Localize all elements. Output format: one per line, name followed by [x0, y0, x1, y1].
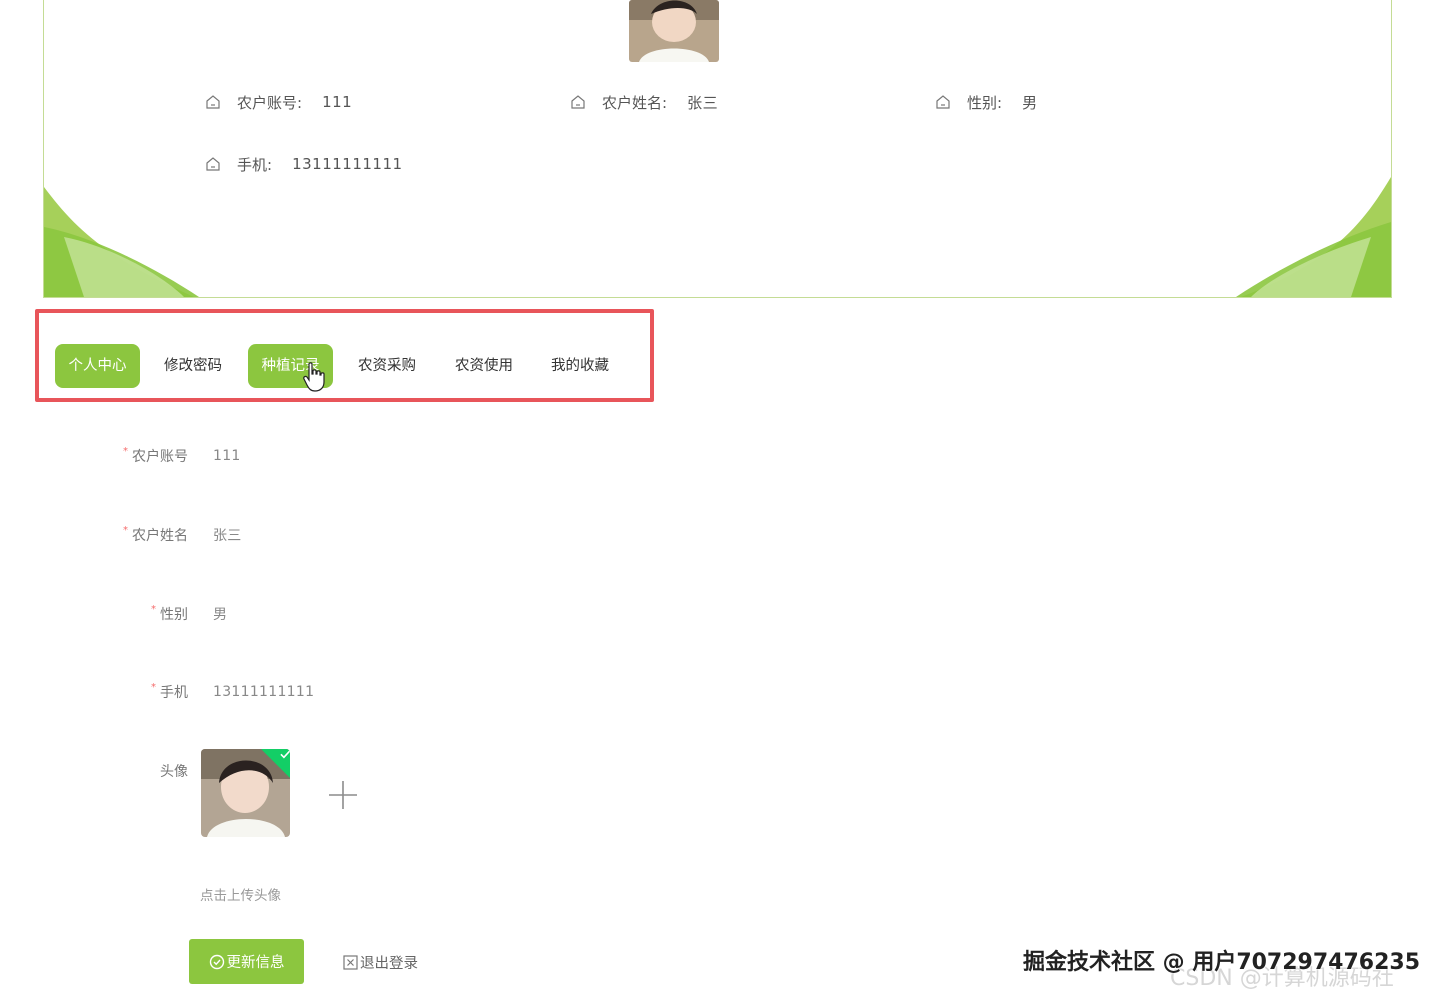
required-mark: *: [151, 604, 156, 615]
form-row-name: * 农户姓名 张三: [0, 523, 242, 547]
tab-favorites[interactable]: 我的收藏: [537, 344, 623, 388]
home-icon: [571, 95, 585, 109]
check-icon: [280, 750, 290, 759]
required-mark: *: [123, 446, 128, 457]
upload-hint-text: 点击上传头像: [200, 888, 281, 904]
info-account: 农户账号: 111: [205, 90, 352, 114]
avatar-upload-image[interactable]: [201, 749, 290, 837]
info-account-label: 农户账号:: [237, 93, 303, 112]
info-name-value: 张三: [687, 93, 719, 112]
tab-change-password[interactable]: 修改密码: [150, 344, 236, 388]
tab-personal-center[interactable]: 个人中心: [55, 344, 140, 388]
info-phone: 手机: 13111111111: [205, 152, 403, 176]
logout-label: 退出登录: [360, 955, 418, 972]
form-label-avatar: 头像: [160, 764, 188, 780]
info-phone-value: 13111111111: [292, 155, 403, 173]
form-row-phone: * 手机 13111111111: [0, 680, 314, 704]
form-label-name: 农户姓名: [132, 528, 188, 544]
required-mark: *: [123, 525, 128, 536]
form-label-gender: 性别: [160, 607, 188, 623]
plus-icon[interactable]: [326, 778, 360, 812]
phone-field[interactable]: 13111111111: [213, 684, 314, 700]
tab-purchase[interactable]: 农资采购: [344, 344, 430, 388]
leaf-decoration-right: [1236, 177, 1391, 297]
leaf-decoration-left: [44, 187, 199, 297]
info-name-label: 农户姓名:: [602, 93, 668, 112]
tab-usage[interactable]: 农资使用: [441, 344, 527, 388]
info-phone-label: 手机:: [237, 155, 273, 174]
form-row-gender: * 性别 男: [0, 602, 227, 626]
account-field[interactable]: 111: [213, 448, 241, 464]
info-gender-value: 男: [1022, 93, 1038, 112]
form-row-avatar: 头像: [0, 759, 188, 783]
home-icon: [206, 157, 220, 171]
info-gender: 性别: 男: [935, 90, 1038, 114]
update-info-label: 更新信息: [226, 955, 285, 971]
circle-check-icon: [209, 954, 224, 969]
hand-cursor-icon: [303, 362, 325, 392]
home-icon: [206, 95, 220, 109]
info-account-value: 111: [322, 93, 353, 111]
home-icon: [936, 95, 950, 109]
form-row-account: * 农户账号 111: [0, 444, 241, 468]
info-gender-label: 性别:: [967, 93, 1003, 112]
form-label-account: 农户账号: [132, 449, 188, 465]
close-square-icon: [343, 954, 358, 970]
gender-select[interactable]: 男: [213, 604, 227, 624]
watermark-primary: 掘金技术社区 @ 用户707297476235: [1023, 950, 1421, 975]
form-label-phone: 手机: [160, 685, 188, 701]
name-field[interactable]: 张三: [213, 525, 242, 545]
profile-avatar: [629, 0, 719, 62]
info-name: 农户姓名: 张三: [570, 90, 718, 114]
update-info-button[interactable]: 更新信息: [189, 939, 304, 984]
required-mark: *: [151, 682, 156, 693]
logout-button[interactable]: 退出登录: [343, 951, 418, 973]
